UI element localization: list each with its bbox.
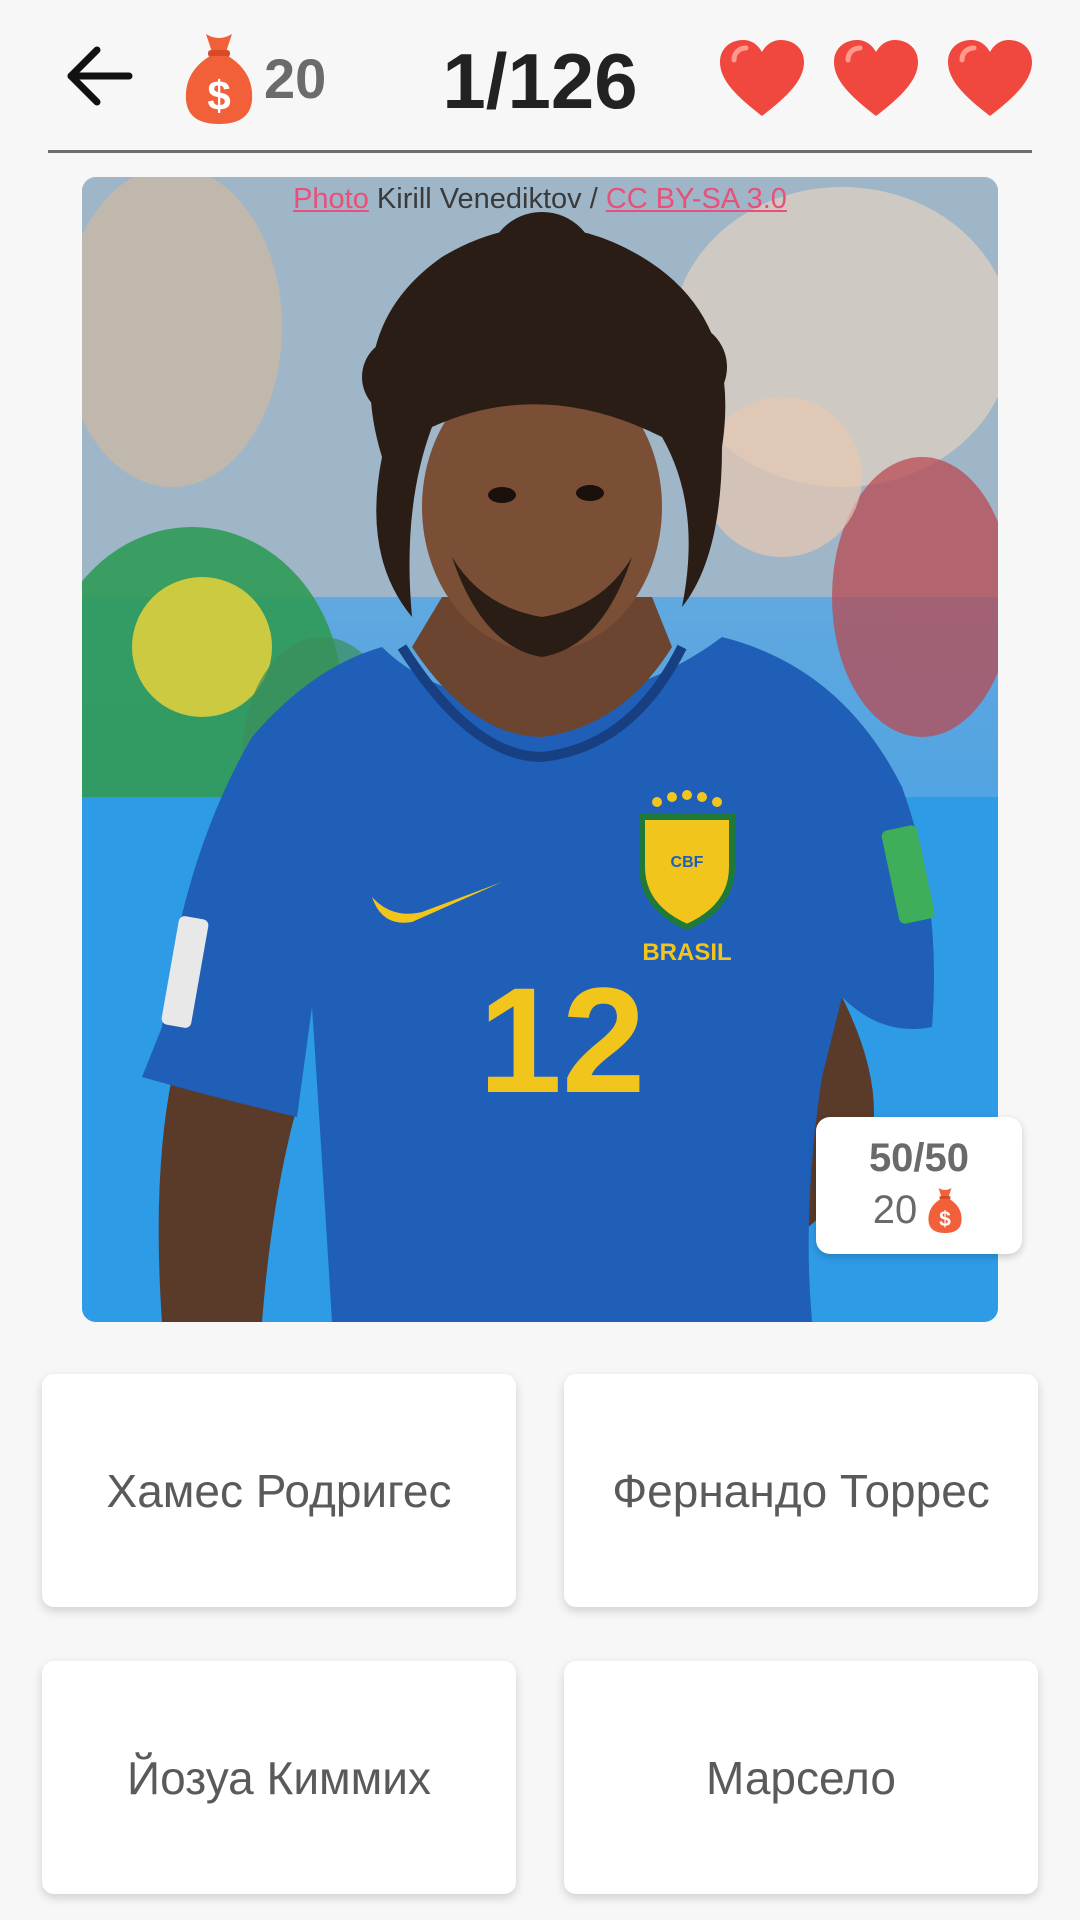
heart-icon bbox=[720, 40, 804, 116]
quiz-screen: $ 20 1/126 CBF BRASIL 12 Photo Kirill Ve… bbox=[0, 0, 1080, 1920]
money-bag-icon: $ bbox=[928, 1188, 962, 1233]
answer-button-3[interactable]: Йозуа Киммих bbox=[42, 1661, 516, 1894]
answer-button-1[interactable]: Хамес Родригес bbox=[42, 1374, 516, 1607]
money-bag-icon: $ bbox=[185, 34, 253, 124]
hint-label: 50/50 bbox=[868, 1136, 970, 1180]
arrow-left-icon bbox=[67, 46, 133, 106]
lives bbox=[716, 36, 1036, 120]
photo-link[interactable]: Photo bbox=[293, 183, 369, 215]
hint-cost-value: 20 bbox=[872, 1187, 918, 1232]
header-divider bbox=[48, 150, 1032, 153]
coin-count: 20 bbox=[264, 46, 327, 110]
back-button[interactable] bbox=[58, 35, 140, 117]
svg-text:$: $ bbox=[939, 1208, 951, 1231]
heart-icon bbox=[834, 40, 918, 116]
top-bar: $ 20 1/126 bbox=[0, 0, 1080, 153]
crest-text: CBF bbox=[671, 854, 704, 871]
answer-button-4[interactable]: Марсело bbox=[564, 1661, 1038, 1894]
heart-icon bbox=[948, 40, 1032, 116]
fifty-fifty-hint-button[interactable]: 50/50 20 $ bbox=[816, 1117, 1022, 1254]
coin-balance: $ 20 bbox=[180, 26, 326, 130]
photo-author: Kirill Venediktov / bbox=[368, 183, 606, 215]
question-progress: 1/126 bbox=[442, 37, 638, 125]
jersey-number: 12 bbox=[479, 956, 646, 1124]
jersey-country-text: BRASIL bbox=[642, 939, 731, 966]
photo-credit: Photo Kirill Venediktov / CC BY-SA 3.0 bbox=[82, 183, 998, 216]
license-link[interactable]: CC BY-SA 3.0 bbox=[606, 183, 787, 215]
answer-button-2[interactable]: Фернандо Торрес bbox=[564, 1374, 1038, 1607]
svg-text:$: $ bbox=[207, 72, 230, 119]
hint-cost: 20 $ bbox=[873, 1185, 966, 1235]
